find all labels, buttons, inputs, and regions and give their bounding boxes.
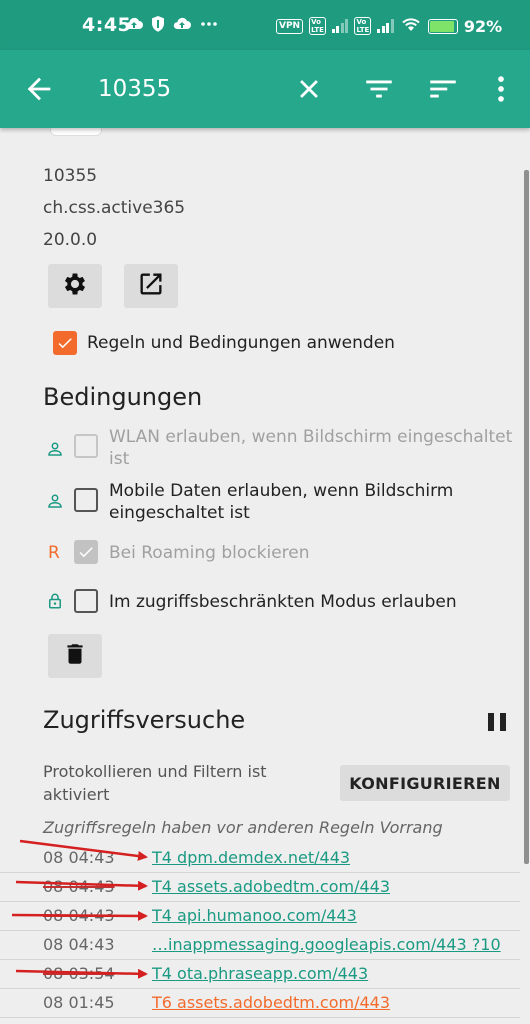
gear-icon <box>61 270 89 302</box>
app-version: 20.0.0 <box>43 230 98 250</box>
conditions-heading: Bedingungen <box>43 383 203 411</box>
trash-icon <box>62 641 88 671</box>
condition-mobile-label: Mobile Daten erlauben, wenn Bildschirm e… <box>109 481 454 523</box>
volte-badge-1: Vo LTE <box>309 17 326 35</box>
close-icon[interactable] <box>292 72 326 106</box>
log-time: 08 04:43 <box>43 848 115 867</box>
app-uid: 10355 <box>43 166 98 186</box>
rule-priority-note: Zugriffsregeln haben vor anderen Regeln … <box>43 818 443 837</box>
cloud-upload-icon <box>124 15 144 35</box>
log-destination-link[interactable]: T4 assets.adobedtm.com/443 <box>152 877 390 896</box>
condition-roaming-checkbox[interactable] <box>74 540 98 564</box>
log-time: 08 04:43 <box>43 906 115 925</box>
log-time: 08 03:54 <box>43 964 115 983</box>
log-time: 08 04:43 <box>43 877 115 896</box>
log-destination-link[interactable]: T4 ota.phraseapp.com/443 <box>152 964 368 983</box>
configure-button[interactable]: KONFIGURIEREN <box>340 765 510 801</box>
condition-restricted-checkbox[interactable] <box>74 589 98 613</box>
log-destination-link[interactable]: T4 dpm.demdex.net/443 <box>152 848 350 867</box>
log-row: 08 04:43 T4 assets.adobedtm.com/443 <box>0 873 520 902</box>
open-external-icon <box>137 270 165 302</box>
roaming-r-icon: R <box>48 543 60 563</box>
log-row: 08 04:43 T4 dpm.demdex.net/443 <box>0 844 520 873</box>
content: 10355 ch.css.active365 20.0.0 Regeln und… <box>0 128 520 1024</box>
vpn-badge: VPN <box>276 18 304 34</box>
app-bar: 10355 <box>0 50 530 128</box>
app-package: ch.css.active365 <box>43 198 186 218</box>
log-time: 08 01:45 <box>43 993 115 1012</box>
app-icon <box>50 128 102 136</box>
wifi-icon <box>400 16 422 36</box>
cloud-upload-icon <box>172 15 192 35</box>
person-icon <box>46 440 64 458</box>
condition-restricted-label: Im zugriffsbeschränkten Modus erlauben <box>109 592 457 612</box>
log-destination-link[interactable]: …inappmessaging.googleapis.com/443 ?10 <box>152 935 501 954</box>
logging-note: Protokollieren und Filtern ist aktiviert <box>43 762 267 804</box>
open-app-button[interactable] <box>124 264 178 308</box>
log-row: 08 04:43 T4 api.humanoo.com/443 <box>0 902 520 931</box>
volte-badge-2: Vo LTE <box>354 17 372 35</box>
delete-button[interactable] <box>48 634 102 678</box>
condition-mobile-checkbox[interactable] <box>74 488 98 512</box>
more-vert-icon[interactable] <box>484 72 518 106</box>
more-dots-icon <box>200 15 218 35</box>
settings-button[interactable] <box>48 264 102 308</box>
log-destination-link[interactable]: T4 api.humanoo.com/443 <box>152 906 357 925</box>
filter-icon[interactable] <box>362 72 396 106</box>
battery-percent: 92% <box>463 16 503 36</box>
apply-rules-checkbox[interactable] <box>53 331 77 355</box>
battery-icon <box>427 18 458 34</box>
app-bar-title: 10355 <box>98 76 172 102</box>
log-time: 08 04:43 <box>43 935 115 954</box>
person-icon <box>46 492 64 510</box>
lock-icon <box>46 592 64 610</box>
condition-wlan-checkbox[interactable] <box>74 434 98 458</box>
pause-icon[interactable] <box>488 713 508 731</box>
log-row: 08 03:54 T4 ota.phraseapp.com/443 <box>0 960 520 989</box>
signal-icon <box>377 19 394 33</box>
condition-wlan-label: WLAN erlauben, wenn Bildschirm eingescha… <box>109 427 513 469</box>
status-right-group: VPN Vo LTE Vo LTE 92% <box>276 15 502 37</box>
scrollbar[interactable] <box>524 170 529 864</box>
status-bar: 4:45 VPN Vo LTE Vo LTE 92% <box>0 0 530 50</box>
arrow-back-icon[interactable] <box>22 72 56 106</box>
signal-icon <box>331 19 349 33</box>
access-attempts-heading: Zugriffsversuche <box>43 706 246 734</box>
condition-roaming-label: Bei Roaming blockieren <box>109 543 310 563</box>
sort-icon[interactable] <box>426 72 460 106</box>
log-destination-link[interactable]: T6 assets.adobedtm.com/443 <box>152 993 390 1012</box>
shield-icon <box>150 15 166 37</box>
apply-rules-label: Regeln und Bedingungen anwenden <box>87 333 395 353</box>
log-row: 08 01:45 T6 assets.adobedtm.com/443 <box>0 989 520 1018</box>
log-row: 08 04:43 …inappmessaging.googleapis.com/… <box>0 931 520 960</box>
